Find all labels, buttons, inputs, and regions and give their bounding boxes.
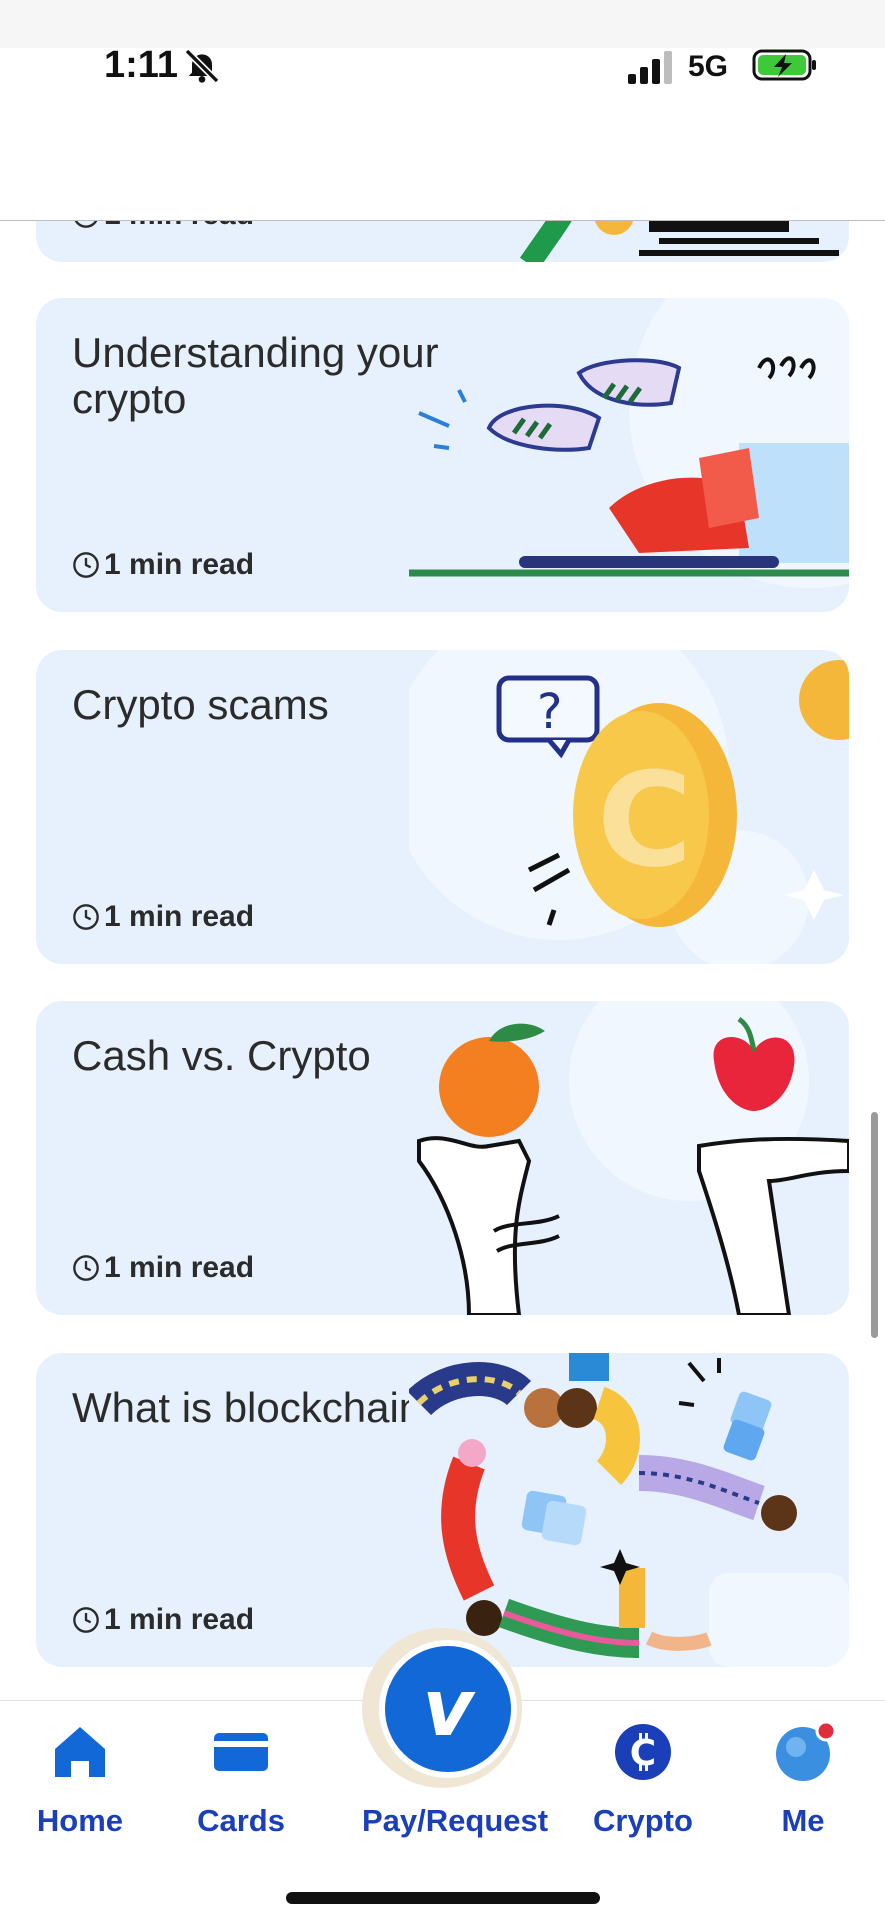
nav-cards[interactable]: Cards — [161, 1721, 321, 1839]
clock-icon — [73, 1255, 99, 1281]
read-time-label: 1 min read — [104, 548, 255, 581]
nav-home[interactable]: Home — [0, 1721, 160, 1839]
crypto-coin-icon: C — [615, 1724, 671, 1780]
status-bar: 1:11 5G — [0, 0, 885, 221]
card-icon — [214, 1733, 268, 1771]
read-time: 1 min read — [72, 548, 254, 582]
scrollbar[interactable] — [871, 1112, 878, 1338]
svg-text:C: C — [630, 1733, 656, 1774]
nav-cards-label: Cards — [197, 1803, 285, 1838]
read-time-label: 1 min read — [104, 1251, 255, 1284]
network-type: 5G — [688, 50, 729, 83]
article-card-cash-vs-crypto[interactable]: Cash vs. Crypto 1 min read — [36, 1001, 849, 1315]
svg-text:C: C — [597, 744, 692, 896]
bell-muted-icon — [184, 48, 220, 84]
article-title: Understanding your crypto — [72, 329, 439, 422]
article-title: Cash vs. Crypto — [72, 1032, 371, 1079]
nav-pay-request-label: Pay/Request — [362, 1803, 549, 1838]
clock-icon — [73, 1607, 99, 1633]
article-title: Crypto scams — [72, 681, 329, 728]
read-time: 1 min read — [72, 1603, 254, 1637]
svg-text:?: ? — [537, 684, 562, 740]
clock-icon — [73, 904, 99, 930]
cellular-signal-icon — [628, 51, 672, 84]
article-title: What is blockchain? — [72, 1384, 446, 1431]
home-icon — [55, 1727, 105, 1777]
read-time-label: 1 min read — [104, 1603, 255, 1636]
nav-me[interactable]: Me — [723, 1721, 883, 1839]
status-time: 1:11 — [104, 44, 178, 86]
avatar — [776, 1721, 834, 1781]
nav-crypto[interactable]: C Crypto — [563, 1721, 723, 1839]
article-illustration — [409, 1353, 849, 1667]
read-time: 1 min read — [72, 1251, 254, 1285]
article-card-understanding-crypto[interactable]: Understanding your crypto 1 min read — [36, 298, 849, 612]
article-card-crypto-scams[interactable]: Crypto scams 1 min read ? C — [36, 650, 849, 964]
article-illustration — [409, 298, 849, 588]
battery-charging-icon — [752, 49, 816, 81]
nav-me-label: Me — [781, 1803, 825, 1838]
article-illustration — [417, 1001, 849, 1315]
article-card-what-is-blockchain[interactable]: What is blockchain? 1 min read — [36, 1353, 849, 1667]
read-time: 1 min read — [72, 900, 254, 934]
clock-icon — [73, 552, 99, 578]
article-illustration: ? C — [409, 650, 849, 964]
nav-home-label: Home — [36, 1803, 124, 1838]
venmo-logo: v — [422, 1664, 474, 1754]
nav-crypto-label: Crypto — [593, 1803, 693, 1838]
home-indicator[interactable] — [286, 1892, 600, 1904]
read-time-label: 1 min read — [104, 900, 255, 933]
pay-request-button[interactable]: v — [379, 1640, 517, 1778]
article-list[interactable]: 1 min read Understanding your crypto 1 m… — [0, 0, 885, 1700]
